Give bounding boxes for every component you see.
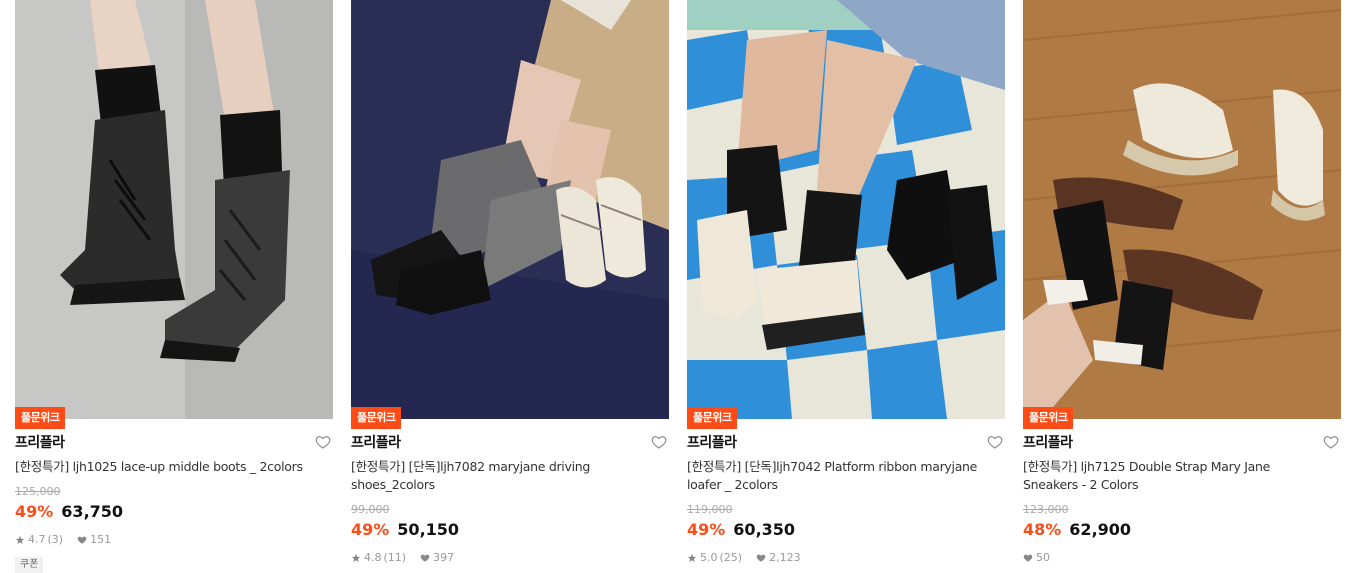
heart-filled-icon <box>756 554 766 562</box>
star-icon <box>351 553 361 562</box>
heart-filled-icon <box>1023 554 1033 562</box>
sale-price: 50,150 <box>397 520 460 539</box>
brand-name[interactable]: 프리플라 <box>1023 432 1073 452</box>
discount-rate: 49% <box>351 520 390 539</box>
original-price: 123,000 <box>1023 503 1069 516</box>
heart-outline-icon[interactable] <box>651 434 667 450</box>
sale-price: 60,350 <box>733 520 796 539</box>
product-card[interactable]: 풀문위크 프리플라 [한정특가] ljh7125 Double Strap Ma… <box>1023 0 1341 569</box>
product-image[interactable] <box>687 0 1005 419</box>
like-count: 397 <box>433 551 455 564</box>
review-meta: 4.8 (11) 397 <box>351 551 454 564</box>
brand-name[interactable]: 프리플라 <box>687 432 737 452</box>
price-row: 49% 50,150 <box>351 520 459 539</box>
review-meta: 4.7 (3) 151 <box>15 533 111 546</box>
heart-outline-icon[interactable] <box>987 434 1003 450</box>
heart-outline-icon[interactable] <box>315 434 331 450</box>
discount-rate: 49% <box>15 502 54 521</box>
product-grid: 풀문위크 프리플라 [한정특가] ljh1025 lace-up middle … <box>0 0 1347 573</box>
review-meta: 50 <box>1023 551 1050 564</box>
review-count: (25) <box>719 551 743 564</box>
price-row: 49% 60,350 <box>687 520 795 539</box>
product-card[interactable]: 풀문위크 프리플라 [한정특가] [단독]ljh7082 maryjane dr… <box>351 0 669 569</box>
promo-badge: 풀문위크 <box>351 407 402 429</box>
rating-value: 4.8 <box>364 551 382 564</box>
heart-outline-icon[interactable] <box>1323 434 1339 450</box>
sale-price: 62,900 <box>1069 520 1132 539</box>
review-count: (3) <box>47 533 64 546</box>
product-image[interactable] <box>1023 0 1341 419</box>
sale-price: 63,750 <box>61 502 124 521</box>
price-row: 49% 63,750 <box>15 502 123 521</box>
product-title[interactable]: [한정특가] ljh1025 lace-up middle boots _ 2c… <box>15 458 315 476</box>
original-price: 119,000 <box>687 503 733 516</box>
rating-value: 4.7 <box>28 533 46 546</box>
review-count: (11) <box>383 551 407 564</box>
product-card[interactable]: 풀문위크 프리플라 [한정특가] ljh1025 lace-up middle … <box>15 0 333 573</box>
star-icon <box>687 553 697 562</box>
like-count: 151 <box>90 533 112 546</box>
review-meta: 5.0 (25) 2,123 <box>687 551 801 564</box>
like-count: 50 <box>1036 551 1050 564</box>
product-card[interactable]: 풀문위크 프리플라 [한정특가] [단독]ljh7042 Platform ri… <box>687 0 1005 569</box>
discount-rate: 49% <box>687 520 726 539</box>
promo-badge: 풀문위크 <box>1023 407 1074 429</box>
like-count: 2,123 <box>769 551 801 564</box>
product-title[interactable]: [한정특가] [단독]ljh7082 maryjane driving shoe… <box>351 458 651 494</box>
product-title[interactable]: [한정특가] [단독]ljh7042 Platform ribbon maryj… <box>687 458 987 494</box>
heart-filled-icon <box>77 536 87 544</box>
star-icon <box>15 535 25 544</box>
product-title[interactable]: [한정특가] ljh7125 Double Strap Mary Jane Sn… <box>1023 458 1323 494</box>
price-row: 48% 62,900 <box>1023 520 1131 539</box>
brand-name[interactable]: 프리플라 <box>15 432 65 452</box>
rating-value: 5.0 <box>700 551 718 564</box>
promo-badge: 풀문위크 <box>687 407 738 429</box>
coupon-tag: 쿠폰 <box>15 557 44 573</box>
product-image[interactable] <box>351 0 669 419</box>
promo-badge: 풀문위크 <box>15 407 66 429</box>
discount-rate: 48% <box>1023 520 1062 539</box>
heart-filled-icon <box>420 554 430 562</box>
brand-name[interactable]: 프리플라 <box>351 432 401 452</box>
original-price: 99,000 <box>351 503 390 516</box>
original-price: 125,000 <box>15 485 61 498</box>
product-image[interactable] <box>15 0 333 419</box>
